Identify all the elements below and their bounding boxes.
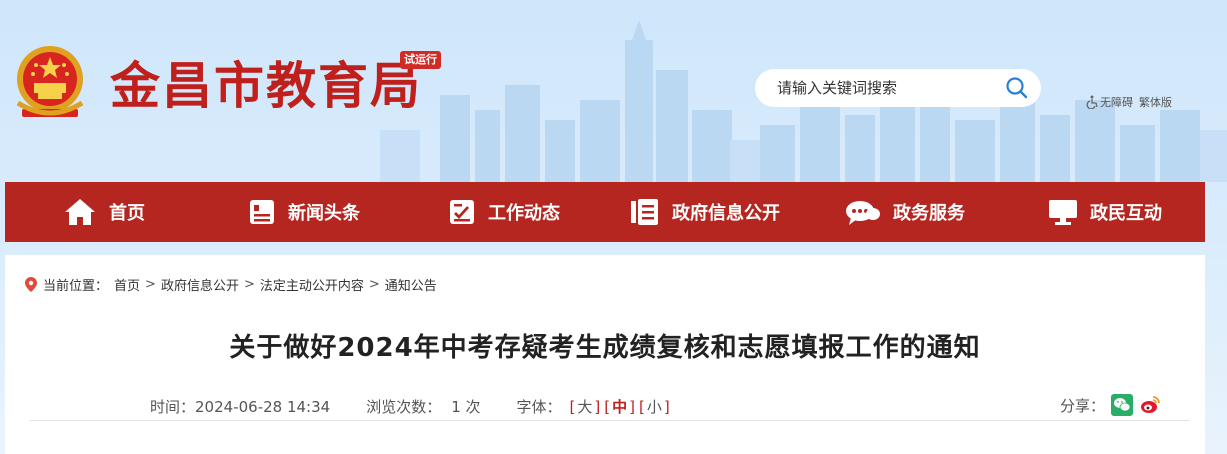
font-size-label: 字体： (516, 398, 562, 416)
views-label: 浏览次数： (366, 398, 442, 416)
home-icon (65, 199, 95, 225)
share-label: 分享： (1060, 396, 1106, 415)
nav-item-gov-info[interactable]: 政府信息公开 (630, 182, 780, 242)
nav-item-interaction[interactable]: 政民互动 (1048, 182, 1162, 242)
breadcrumb-separator: > (368, 277, 380, 292)
nav-label: 新闻头条 (288, 203, 360, 224)
nav-label: 政民互动 (1090, 203, 1162, 224)
nav-label: 政务服务 (893, 203, 965, 224)
search-icon[interactable] (1005, 76, 1029, 100)
accessibility-link[interactable]: 无障碍 (1086, 94, 1133, 110)
nav-label: 工作动态 (488, 203, 560, 224)
time-label: 时间： (150, 398, 196, 416)
divider (30, 420, 1190, 421)
site-title[interactable]: 金昌市教育局 (110, 56, 422, 116)
accessibility-label: 无障碍 (1100, 96, 1133, 109)
share-bar: 分享： (1060, 394, 1161, 416)
nav-label: 政府信息公开 (672, 203, 780, 224)
font-size-medium-button[interactable]: 中 (612, 396, 627, 417)
nav-item-news[interactable]: 新闻头条 (248, 182, 360, 242)
access-links: 无障碍 繁体版 (1086, 94, 1172, 110)
monitor-icon (1049, 200, 1077, 225)
wechat-icon[interactable] (1111, 394, 1134, 416)
nav-item-home[interactable]: 首页 (63, 182, 145, 242)
font-size-small-button[interactable]: 小 (647, 396, 662, 417)
location-pin-icon (25, 277, 37, 292)
trial-run-badge: 试运行 (400, 51, 441, 69)
weibo-icon[interactable] (1139, 394, 1161, 416)
article-title: 关于做好2024年中考存疑考生成绩复核和志愿填报工作的通知 (229, 333, 981, 363)
breadcrumb-separator: > (145, 277, 156, 292)
news-icon (250, 200, 274, 224)
traditional-chinese-link[interactable]: 繁体版 (1139, 94, 1172, 110)
info-icon (631, 199, 658, 225)
breadcrumb-item-home[interactable]: 首页 (114, 275, 140, 294)
nav-item-work-updates[interactable]: 工作动态 (448, 182, 560, 242)
breadcrumb-item-notices[interactable]: 通知公告 (385, 275, 437, 294)
work-icon (450, 200, 474, 224)
breadcrumb-separator: > (243, 277, 255, 292)
views-value: 1 次 (451, 398, 481, 416)
article-meta: 时间： 2024-06-28 14:34 浏览次数： 1 次 字体： [ 大 ]… (150, 396, 670, 417)
breadcrumb-item-gov-info[interactable]: 政府信息公开 (161, 275, 239, 294)
nav-label: 首页 (109, 203, 145, 224)
header: 金昌市教育局 试运行 无障碍 繁体版 (0, 0, 1227, 182)
chat-icon (846, 201, 880, 225)
wheelchair-icon (1086, 95, 1098, 109)
font-size-large-button[interactable]: 大 (577, 396, 592, 417)
nav-item-gov-services[interactable]: 政务服务 (845, 182, 965, 242)
breadcrumb: 当前位置： 首页 > 政府信息公开 > 法定主动公开内容 > 通知公告 (25, 275, 437, 294)
breadcrumb-prefix: 当前位置： (43, 279, 109, 294)
search-input[interactable] (777, 79, 997, 97)
breadcrumb-item-statutory[interactable]: 法定主动公开内容 (260, 275, 364, 294)
national-emblem-logo (16, 46, 84, 117)
content-panel: 当前位置： 首页 > 政府信息公开 > 法定主动公开内容 > 通知公告 关于做好… (5, 255, 1205, 454)
main-nav: 首页 新闻头条 工作动态 政府信息公开 政务服务 政民互动 (5, 182, 1205, 242)
search-box (755, 69, 1041, 107)
time-value: 2024-06-28 14:34 (195, 397, 331, 416)
